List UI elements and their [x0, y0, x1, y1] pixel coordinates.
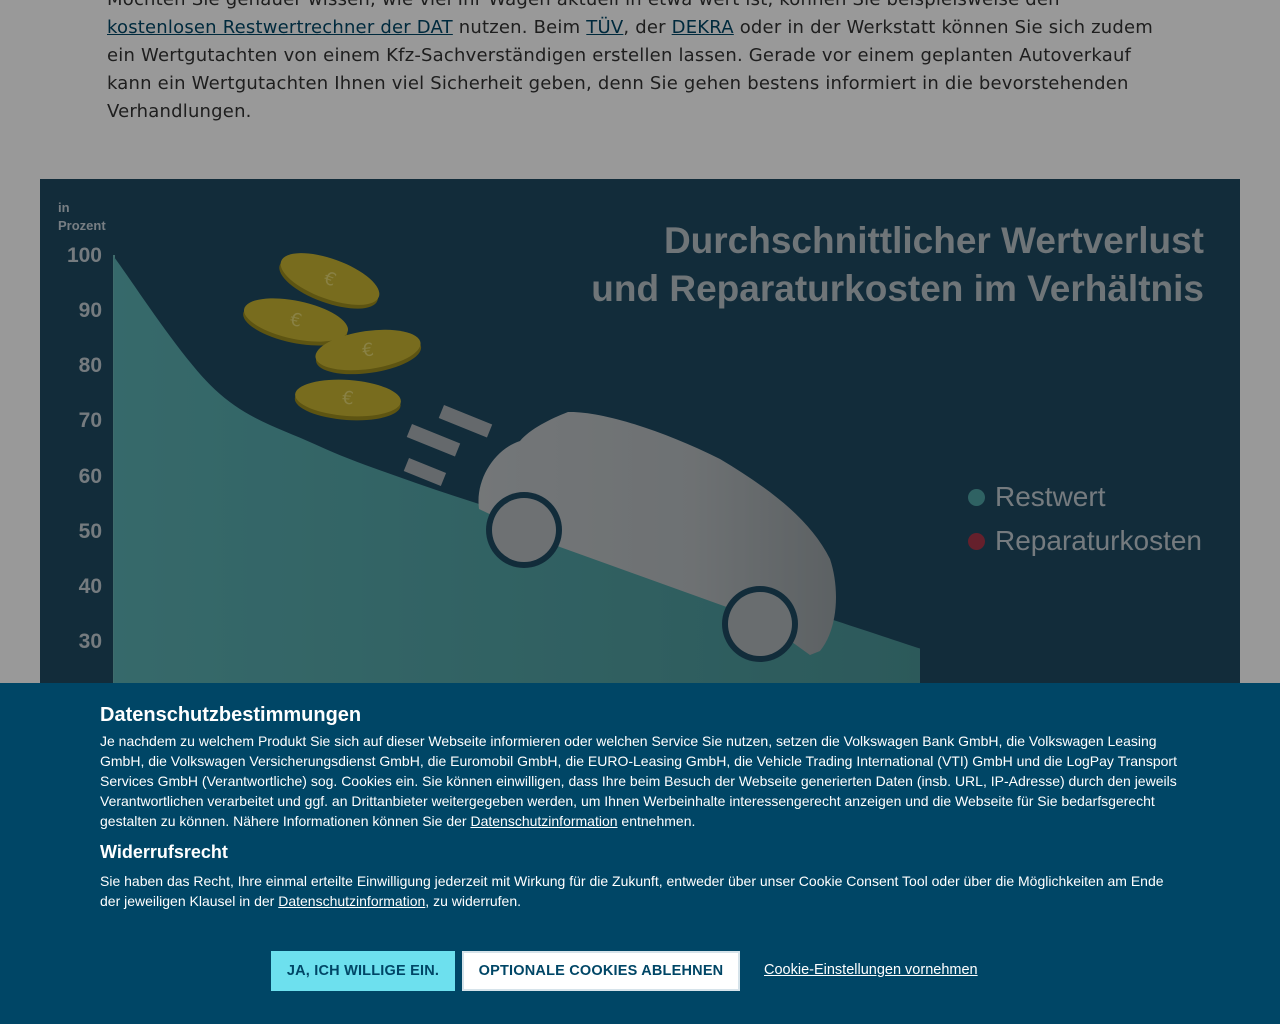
car-wheel — [492, 498, 556, 562]
privacy-info-link-2[interactable]: Datenschutzinformation — [278, 893, 425, 909]
coins: € € € € — [243, 253, 422, 421]
legend-item-reparaturkosten: Reparaturkosten — [968, 519, 1202, 563]
y-unit-line: in — [58, 200, 70, 215]
article-text-segment: Möchten Sie genauer wissen, wie viel Ihr… — [107, 0, 1060, 10]
withdrawal-text: Sie haben das Recht, Ihre einmal erteilt… — [100, 871, 1180, 911]
article-text: Möchten Sie genauer wissen, wie viel Ihr… — [107, 0, 1167, 126]
consent-title: Datenschutzbestimmungen — [100, 704, 362, 726]
y-tick-label: 40 — [78, 574, 102, 598]
speed-lines — [403, 405, 493, 486]
legend-label: Restwert — [995, 481, 1106, 512]
euro-symbol: € — [342, 388, 355, 410]
tuev-link[interactable]: TÜV — [586, 17, 623, 38]
speed-line — [438, 405, 493, 438]
y-tick-label: 30 — [78, 630, 102, 653]
accept-cookies-button[interactable]: JA, ICH WILLIGE EIN. — [271, 951, 455, 991]
legend-dot — [968, 532, 985, 550]
withdrawal-title: Widerrufsrecht — [100, 842, 228, 862]
euro-coin: € — [294, 379, 401, 421]
dekra-link[interactable]: DEKRA — [672, 17, 734, 38]
legend-label: Reparaturkosten — [995, 525, 1203, 556]
article-paragraph: Möchten Sie genauer wissen, wie viel Ihr… — [107, 0, 1167, 126]
privacy-info-link[interactable]: Datenschutzinformation — [470, 813, 617, 829]
consent-text: Je nachdem zu welchem Produkt Sie sich a… — [100, 731, 1180, 831]
y-tick-label: 100 — [66, 244, 102, 267]
y-unit-line: Prozent — [58, 218, 106, 233]
title-line: Durchschnittlicher Wertverlust — [663, 220, 1204, 261]
infographic-title: Durchschnittlicher Wertverlust und Repar… — [591, 217, 1204, 313]
speed-line — [406, 424, 461, 457]
car-wheel — [728, 592, 792, 656]
y-tick-label: 60 — [78, 464, 102, 488]
cookie-consent-banner: Datenschutzbestimmungen Je nachdem zu we… — [0, 683, 1280, 1024]
y-tick-label: 70 — [78, 409, 102, 433]
dat-calculator-link[interactable]: kostenlosen Restwertrechner der DAT — [107, 17, 453, 38]
consent-text-segment: Sie haben das Recht, Ihre einmal erteilt… — [100, 873, 1164, 909]
y-tick-label: 50 — [78, 519, 102, 543]
y-axis-unit: in Prozent — [58, 199, 106, 235]
legend-dot — [968, 488, 985, 506]
y-tick-label: 90 — [78, 299, 102, 323]
consent-text-segment: , zu widerrufen. — [425, 893, 522, 909]
chart-legend: Restwert Reparaturkosten — [968, 475, 1202, 563]
cookie-settings-link[interactable]: Cookie-Einstellungen vornehmen — [764, 962, 978, 978]
y-tick-label: 80 — [78, 354, 102, 378]
infographic: € € € € in Prozent 100 90 80 70 60 50 40 30 Dur — [40, 179, 1240, 699]
title-line: und Reparaturkosten im Verhältnis — [591, 268, 1204, 309]
article-text-segment: nutzen. Beim — [452, 17, 587, 38]
article-text-segment: , der — [623, 17, 672, 38]
reject-optional-cookies-button[interactable]: OPTIONALE COOKIES ABLEHNEN — [462, 951, 740, 991]
legend-item-restwert: Restwert — [968, 475, 1202, 519]
consent-text-segment: entnehmen. — [617, 813, 696, 829]
